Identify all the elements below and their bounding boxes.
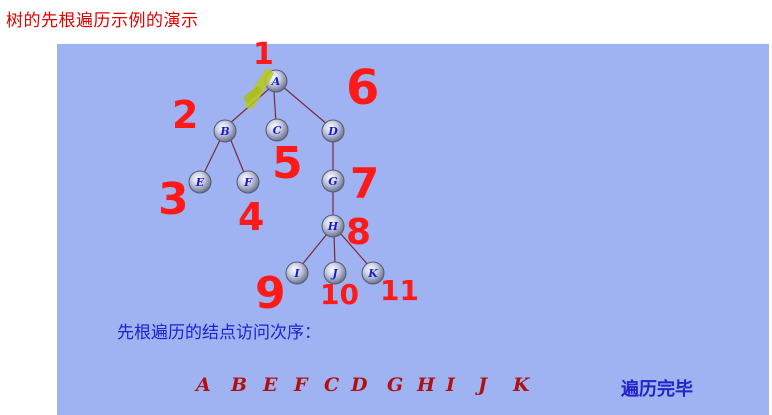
annotation-10: 10 bbox=[320, 278, 359, 311]
edge-b-e bbox=[202, 137, 222, 176]
sequence-item: F bbox=[294, 374, 308, 396]
node-i: I bbox=[285, 261, 309, 285]
edge-b-f bbox=[229, 137, 246, 176]
sequence-item: H bbox=[417, 374, 435, 396]
node-b-label: B bbox=[219, 125, 229, 138]
sequence-item: E bbox=[263, 374, 278, 396]
edge-a-c bbox=[273, 91, 277, 124]
sequence-item: A bbox=[196, 374, 211, 396]
sequence-item: K bbox=[513, 374, 530, 396]
node-h-label: H bbox=[327, 220, 339, 233]
annotation-3: 3 bbox=[158, 174, 189, 225]
edge-h-i bbox=[300, 233, 328, 267]
node-b: B bbox=[213, 119, 237, 143]
node-c-label: C bbox=[273, 124, 282, 137]
edge-a-d bbox=[281, 85, 329, 126]
node-g-label: G bbox=[328, 175, 337, 188]
edge-h-j bbox=[333, 233, 336, 265]
node-d: D bbox=[321, 119, 345, 143]
sequence-item: J bbox=[478, 374, 487, 396]
sequence-item: G bbox=[387, 374, 404, 396]
annotation-7: 7 bbox=[350, 159, 379, 208]
node-g: G bbox=[321, 169, 345, 193]
annotation-6: 6 bbox=[346, 60, 379, 116]
sequence-item: I bbox=[446, 374, 455, 396]
node-a-label: A bbox=[271, 75, 281, 88]
annotation-4: 4 bbox=[238, 195, 264, 239]
node-d-label: D bbox=[327, 125, 338, 138]
node-k-label: K bbox=[367, 267, 378, 280]
annotation-2: 2 bbox=[172, 93, 198, 137]
annotation-11: 11 bbox=[380, 274, 419, 307]
annotation-1: 1 bbox=[253, 37, 274, 72]
node-e-label: E bbox=[195, 176, 205, 189]
tree-diagram: A B C D E F G H I J K 1 2 3 4 5 6 7 8 9 … bbox=[158, 37, 419, 319]
node-f: F bbox=[236, 170, 260, 194]
sequence-item: B bbox=[231, 374, 248, 396]
node-h: H bbox=[321, 214, 345, 238]
node-i-label: I bbox=[293, 267, 300, 280]
annotation-8: 8 bbox=[346, 212, 371, 253]
sequence-item: C bbox=[324, 374, 340, 396]
annotation-5: 5 bbox=[272, 138, 303, 189]
traversal-complete-label: 遍历完毕 bbox=[621, 379, 693, 400]
annotation-9: 9 bbox=[255, 268, 286, 319]
node-f-label: F bbox=[243, 176, 253, 189]
node-e: E bbox=[188, 170, 212, 194]
pen-highlight bbox=[243, 69, 273, 109]
traversal-caption: 先根遍历的结点访问次序： bbox=[117, 323, 321, 343]
sequence-item: D bbox=[351, 374, 368, 396]
